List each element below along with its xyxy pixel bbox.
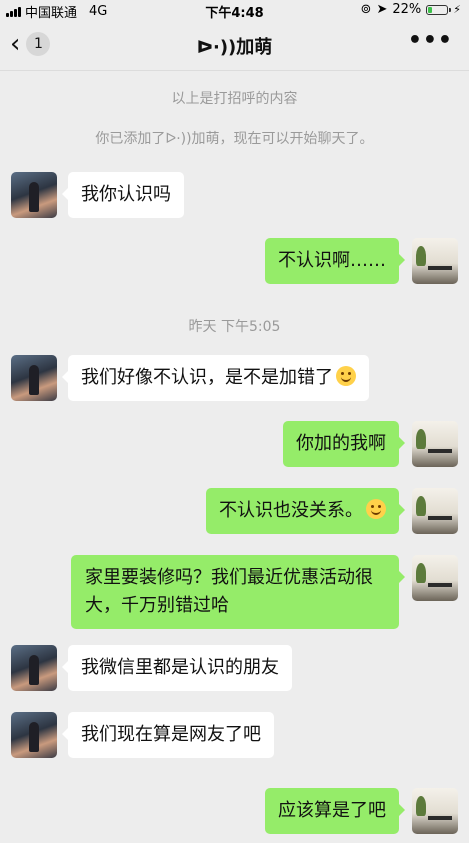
battery-icon [426, 4, 452, 15]
message-bubble-outgoing[interactable]: 不认识也没关系。 [206, 488, 405, 534]
chat-title: ᐅ·))加萌 [196, 37, 273, 58]
contact-avatar[interactable] [11, 172, 57, 218]
location-icon: ➤ [376, 2, 388, 17]
status-right: ⊚ ➤ 22% ⚡ [361, 2, 461, 17]
message-bubble-incoming[interactable]: 我们好像不认识，是不是加错了 [62, 355, 369, 401]
message-text: 不认识也没关系。 [219, 500, 363, 521]
message-bubble-outgoing[interactable]: 应该算是了吧 [265, 788, 405, 834]
avatar-figure [29, 182, 39, 212]
message-bubble-incoming[interactable]: 我微信里都是认识的朋友 [62, 645, 292, 691]
avatar-table [428, 449, 452, 453]
contact-avatar[interactable] [11, 355, 57, 401]
avatar-plant [416, 496, 426, 516]
avatar-plant [416, 246, 426, 266]
avatar-figure [29, 722, 39, 752]
message-bubble-outgoing[interactable]: 不认识啊…… [265, 238, 405, 284]
system-added-note: 你已添加了ᐅ·))加萌，现在可以开始聊天了。 [95, 131, 374, 147]
chat-header: ‹ 1 ᐅ·))加萌 ••• [0, 20, 469, 71]
my-avatar[interactable] [412, 238, 458, 284]
contact-avatar[interactable] [11, 645, 57, 691]
message-timestamp: 昨天 下午5:05 [188, 319, 281, 335]
smile-face-icon [366, 499, 386, 519]
my-avatar[interactable] [412, 421, 458, 467]
avatar-table [428, 583, 452, 587]
my-avatar[interactable] [412, 555, 458, 601]
avatar-table [428, 266, 452, 270]
message-bubble-outgoing[interactable]: 家里要装修吗？我们最近优惠活动很大，千万别错过哈 [71, 555, 405, 629]
my-avatar[interactable] [412, 788, 458, 834]
avatar-table [428, 816, 452, 820]
avatar-figure [29, 365, 39, 395]
message-bubble-outgoing[interactable]: 你加的我啊 [283, 421, 405, 467]
my-avatar[interactable] [412, 488, 458, 534]
charging-icon: ⚡ [453, 3, 461, 16]
avatar-figure [29, 655, 39, 685]
status-bar: 中国联通 4G 下午4:48 ⊚ ➤ 22% ⚡ [0, 0, 469, 21]
avatar-plant [416, 796, 426, 816]
system-greeting-note: 以上是打招呼的内容 [171, 91, 298, 107]
message-bubble-incoming[interactable]: 我们现在算是网友了吧 [62, 712, 274, 758]
battery-percent: 22% [392, 2, 422, 17]
avatar-plant [416, 563, 426, 583]
battery-level [428, 6, 433, 13]
orientation-lock-icon: ⊚ [360, 2, 372, 17]
more-options-icon[interactable]: ••• [408, 28, 453, 53]
message-text: 我们好像不认识，是不是加错了 [81, 367, 333, 388]
avatar-plant [416, 429, 426, 449]
message-bubble-incoming[interactable]: 我你认识吗 [62, 172, 184, 218]
puzzled-face-icon [336, 366, 356, 386]
contact-avatar[interactable] [11, 712, 57, 758]
avatar-table [428, 516, 452, 520]
